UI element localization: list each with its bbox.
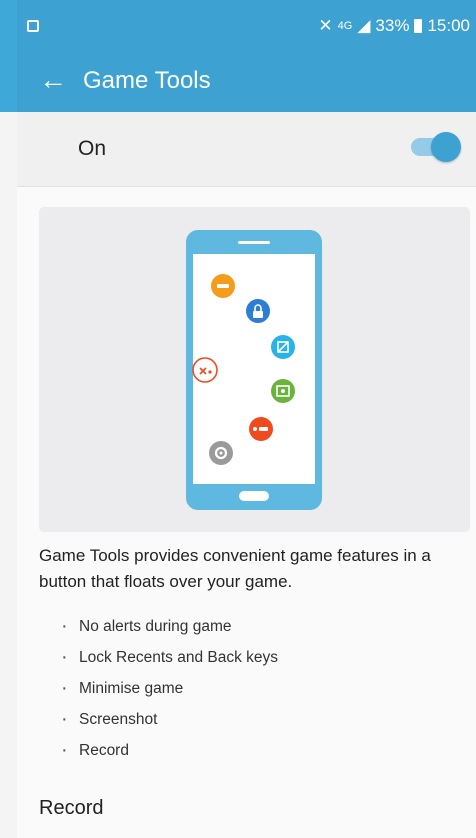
switch-thumb xyxy=(431,132,461,162)
status-bar: ✕ 4G ◢ 33% 15:00 xyxy=(17,0,476,50)
minimise-icon xyxy=(271,335,295,359)
gamepad-icon xyxy=(192,357,218,383)
no-alerts-icon xyxy=(211,274,235,298)
battery-icon xyxy=(414,19,423,33)
master-switch-row[interactable]: On xyxy=(17,112,476,187)
list-item: Lock Recents and Back keys xyxy=(59,642,278,673)
master-switch-label: On xyxy=(78,137,107,160)
screenshot-icon xyxy=(271,379,295,403)
list-item: Record xyxy=(59,735,278,766)
lock-icon xyxy=(246,299,270,323)
phone-illustration xyxy=(186,230,322,510)
list-item: No alerts during game xyxy=(59,611,278,642)
app-bar: ← Game Tools xyxy=(17,50,476,112)
page-title: Game Tools xyxy=(83,67,211,94)
mute-icon: ✕ xyxy=(318,16,333,35)
back-arrow-icon[interactable]: ← xyxy=(35,62,71,98)
record-section-header: Record xyxy=(39,797,104,819)
signal-icon: ◢ xyxy=(357,16,371,35)
gallery-notification-icon xyxy=(27,20,39,32)
background-app-header xyxy=(0,0,17,112)
feature-description: Game Tools provides convenient game feat… xyxy=(39,546,431,591)
game-tools-screen: ✕ 4G ◢ 33% 15:00 ← Game Tools On Game To… xyxy=(17,0,476,838)
clock: 15:00 xyxy=(427,16,470,35)
status-indicators: ✕ 4G ◢ 33% 15:00 xyxy=(318,16,470,36)
list-item: Screenshot xyxy=(59,704,278,735)
game-tools-illustration xyxy=(39,207,470,532)
network-type: 4G xyxy=(337,20,353,32)
list-item: Minimise game xyxy=(59,673,278,704)
background-app-edge xyxy=(0,0,17,838)
feature-list: No alerts during game Lock Recents and B… xyxy=(59,611,278,766)
settings-icon xyxy=(209,441,233,465)
master-toggle-switch[interactable] xyxy=(411,130,465,164)
record-icon xyxy=(249,417,273,441)
battery-percent: 33% xyxy=(375,16,410,35)
